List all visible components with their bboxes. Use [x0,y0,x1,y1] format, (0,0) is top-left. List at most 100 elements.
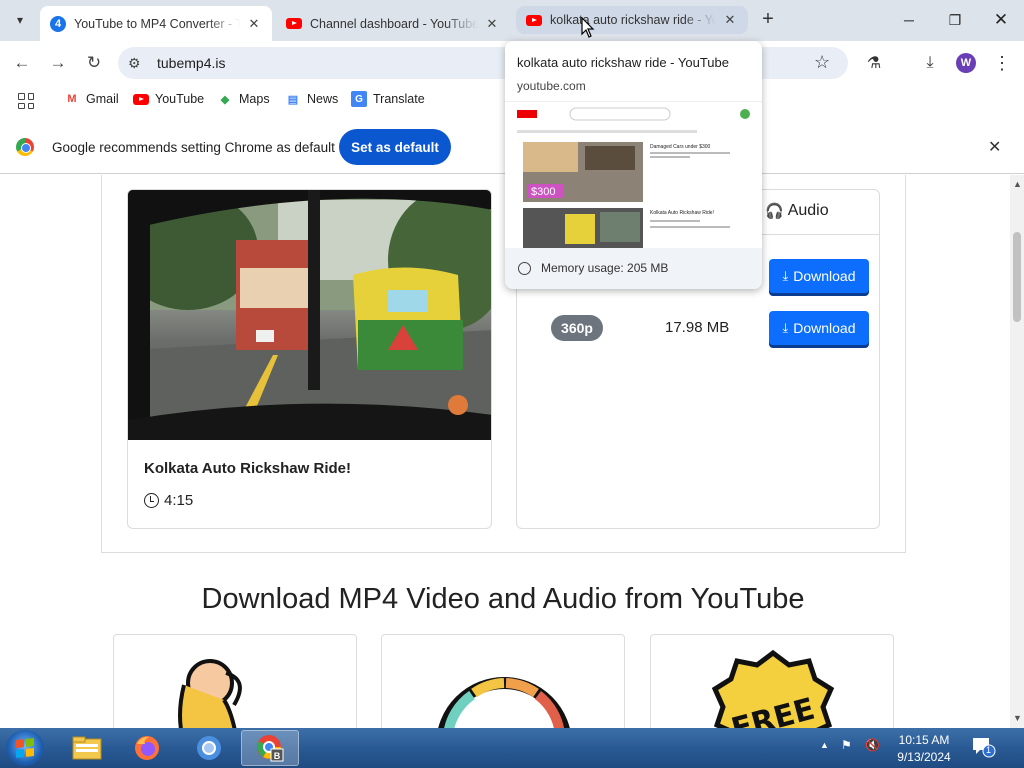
video-duration: 4:15 [144,492,193,509]
action-center-flag-icon[interactable]: ⚑ [841,738,852,752]
memory-gauge-icon [518,262,531,275]
preview-item-title: Kolkata Auto Rickshaw Ride! [650,210,714,216]
bookmark-label: Gmail [86,92,119,106]
downloads-icon[interactable]: ⤓ [918,51,942,75]
maps-icon: ◆ [220,93,230,106]
bookmark-label: Translate [373,92,425,106]
close-tab-icon[interactable]: ✕ [722,12,738,28]
bookmark-maps[interactable]: ◆ Maps [217,91,270,107]
download-arrow-icon: ⤓ [782,268,789,283]
taskbar-date[interactable]: 9/13/2024 [896,750,952,764]
bookmark-label: Maps [239,92,270,106]
video-title: Kolkata Auto Rickshaw Ride! [144,460,351,477]
section-heading: Download MP4 Video and Audio from YouTub… [201,583,805,615]
video-thumbnail[interactable] [128,190,491,440]
window-close-icon[interactable]: ✕ [978,0,1024,40]
set-as-default-button[interactable]: Set as default [339,129,451,165]
forward-arrow-icon[interactable]: → [46,51,70,75]
download-arrow-icon: ⤓ [782,320,789,335]
youtube-icon [286,16,302,32]
chrome-icon [197,736,221,760]
free-badge-icon: FREE [711,649,835,728]
infobar-close-icon[interactable]: ✕ [988,137,1001,157]
hover-card-domain: youtube.com [517,79,586,93]
file-size: 17.98 MB [665,319,730,336]
show-hidden-icons-icon[interactable]: ▲ [820,740,829,750]
tab-channel-dashboard[interactable]: Channel dashboard - YouTube S ✕ [276,6,510,41]
site-settings-icon[interactable]: ⚙ [128,55,141,72]
notification-bubble-icon [973,738,996,758]
bookmark-news[interactable]: ▤ News [285,91,338,107]
tab-youtube-to-mp4[interactable]: 4 YouTube to MP4 Converter - Tu ✕ [40,6,272,41]
menu-kebab-icon[interactable]: ⋮ [990,51,1014,75]
clock-icon [144,493,159,508]
scroll-up-arrow-icon[interactable]: ▲ [1013,179,1022,189]
memory-usage-text: Memory usage: 205 MB [541,261,669,275]
tab-kolkata-auto-rickshaw[interactable]: kolkata auto rickshaw ride - You ✕ [516,6,748,34]
vertical-scrollbar[interactable]: ▲ ▼ [1010,175,1024,728]
svg-text:B: B [274,751,281,761]
tab-title: YouTube to MP4 Converter - Tu [74,16,240,31]
feature-card-relax [113,634,357,728]
volume-muted-icon[interactable]: 🔇 [865,738,880,752]
windows-logo-icon [16,738,34,758]
taskbar-chrome-blue[interactable] [180,730,238,766]
apps-grid-icon[interactable] [18,93,34,109]
preview-item-title: Damaged Cars under $300 [650,144,711,150]
feature-card-speed [381,634,625,728]
folder-icon [72,736,102,760]
close-tab-icon[interactable]: ✕ [484,16,500,32]
download-row: 360p 17.98 MB ⤓ Download [517,311,879,345]
translate-icon: G [351,91,367,107]
restore-icon[interactable]: ❐ [932,0,978,40]
tab-audio[interactable]: 🎧 Audio [765,202,829,220]
bookmark-youtube[interactable]: YouTube [133,91,204,107]
mouse-cursor-icon [581,17,595,38]
start-button[interactable] [6,730,44,766]
download-button[interactable]: ⤓ Download [769,311,869,345]
download-button[interactable]: ⤓ Download [769,259,869,293]
quality-badge: 360p [551,315,603,341]
feature-card-free: FREE [650,634,894,728]
preview-price-text: $300 [531,186,555,198]
scroll-down-arrow-icon[interactable]: ▼ [1013,713,1022,723]
taskbar-time[interactable]: 10:15 AM [896,733,952,747]
bookmark-translate[interactable]: G Translate [351,91,425,107]
bookmark-label: YouTube [155,92,205,106]
bookmark-gmail[interactable]: M Gmail [64,91,119,107]
hover-card-footer: Memory usage: 205 MB [505,248,762,289]
labs-flask-icon[interactable]: ⚗ [862,51,886,75]
close-tab-icon[interactable]: ✕ [246,16,262,32]
taskbar-firefox[interactable] [118,730,176,766]
back-arrow-icon[interactable]: ← [10,51,34,75]
tab-strip: ▾ 4 YouTube to MP4 Converter - Tu ✕ Chan… [0,0,1024,41]
bookmark-star-icon[interactable]: ☆ [814,52,830,73]
scrollbar-thumb[interactable] [1013,232,1021,322]
number-4-icon: 4 [50,15,66,32]
audio-tab-label: Audio [787,202,829,219]
news-icon: ▤ [287,93,299,106]
notifications-button[interactable]: 1 [972,736,996,758]
minimize-icon[interactable]: ─ [886,0,932,40]
chrome-profile-icon: B [257,735,284,762]
reload-icon[interactable]: ↻ [82,51,106,75]
taskbar-chrome-active[interactable]: B [241,730,299,766]
download-button-label: Download [793,320,856,336]
url-text: tubemp4.is [157,55,226,71]
download-button-label: Download [793,268,856,284]
tab-search-chevron-icon[interactable]: ▾ [8,8,32,32]
tab-title: kolkata auto rickshaw ride - You [550,13,716,27]
profile-avatar[interactable]: W [956,53,976,73]
bookmark-label: News [307,92,339,106]
hover-card-title: kolkata auto rickshaw ride - YouTube [517,55,729,70]
tab-hover-card: kolkata auto rickshaw ride - YouTube you… [505,41,762,289]
headphones-icon: 🎧 [765,203,784,220]
notification-count: 1 [986,745,992,755]
windows-taskbar: B ▲ ⚑ 🔇 10:15 AM 9/13/2024 1 [0,728,1024,768]
taskbar-file-explorer[interactable] [58,730,116,766]
chrome-logo-icon [16,138,34,156]
new-tab-plus-icon[interactable]: + [757,8,779,30]
tab-title: Channel dashboard - YouTube S [310,16,478,31]
speedometer-icon [438,677,570,728]
youtube-icon [133,91,149,107]
